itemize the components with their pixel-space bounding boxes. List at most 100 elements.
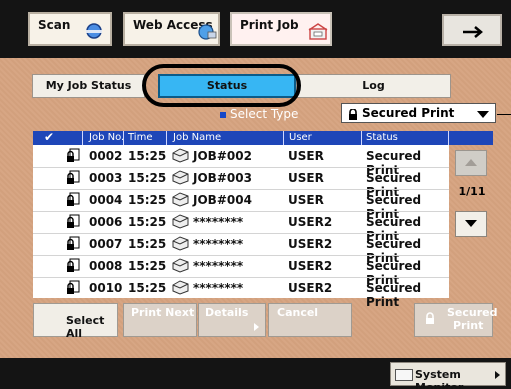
table-row[interactable]: 0004 15:25 JOB#004 USER Secured Print — [33, 189, 449, 221]
printer-icon — [170, 147, 190, 166]
tab-print-job[interactable]: Print Job — [230, 12, 332, 46]
triangle-up-icon — [465, 159, 477, 166]
job-time: 15:25 — [128, 193, 167, 207]
system-monitor-button[interactable]: System Monitor — [390, 362, 506, 389]
printer-icon — [170, 213, 190, 232]
job-user: USER — [288, 149, 324, 163]
table-row[interactable]: 0010 15:25 ******** USER2 Secured Print — [33, 277, 449, 309]
printer-icon — [170, 191, 190, 210]
secured-job-icon — [66, 258, 80, 277]
tab-scan[interactable]: Scan — [28, 12, 112, 46]
scroll-down-button[interactable] — [455, 211, 487, 237]
job-time: 15:25 — [128, 259, 167, 273]
job-user: USER2 — [288, 259, 333, 273]
job-no: 0004 — [89, 193, 123, 207]
monitor-icon — [395, 369, 413, 381]
chevron-down-icon — [477, 111, 489, 118]
secured-job-icon — [66, 280, 80, 299]
job-no: 0006 — [89, 215, 123, 229]
select-all-check-icon: ✔ — [44, 130, 55, 144]
triangle-down-icon — [465, 220, 477, 227]
printer-icon — [170, 235, 190, 254]
job-time: 15:25 — [128, 215, 167, 229]
job-time: 15:25 — [128, 171, 167, 185]
table-row[interactable]: 0006 15:25 ******** USER2 Secured Print — [33, 211, 449, 243]
secured-job-icon — [66, 148, 80, 167]
header-time: Time — [128, 132, 153, 143]
job-user: USER2 — [288, 237, 333, 251]
job-user: USER — [288, 171, 324, 185]
print-next-label: Print Next — [131, 306, 195, 319]
status-highlight-oval — [142, 64, 301, 107]
subtab-log[interactable]: Log — [296, 74, 451, 98]
tab-print-job-label: Print Job — [240, 18, 299, 32]
table-row[interactable]: 0007 15:25 ******** USER2 Secured Print — [33, 233, 449, 265]
job-name: JOB#004 — [193, 193, 252, 207]
secured-job-icon — [66, 214, 80, 233]
cancel-button[interactable]: Cancel — [268, 303, 352, 337]
select-type-label: Select Type — [220, 107, 298, 121]
job-time: 15:25 — [128, 149, 167, 163]
table-row[interactable]: 0008 15:25 ******** USER2 Secured Print — [33, 255, 449, 287]
scan-icon — [84, 22, 104, 43]
job-no: 0002 — [89, 149, 123, 163]
job-no: 0010 — [89, 281, 123, 295]
job-time: 15:25 — [128, 281, 167, 295]
secured-job-icon — [66, 192, 80, 211]
header-job-no: Job No. — [89, 132, 125, 143]
tab-web-access[interactable]: Web Access — [123, 12, 220, 46]
header-status: Status — [366, 132, 398, 143]
details-label: Details — [205, 306, 249, 319]
page-indicator: 1/11 — [458, 185, 486, 198]
job-name: ******** — [193, 237, 244, 251]
header-job-name: Job Name — [173, 132, 222, 143]
job-time: 15:25 — [128, 237, 167, 251]
next-screen-button[interactable] — [442, 14, 502, 46]
table-row[interactable]: 0002 15:25 JOB#002 USER Secured Print — [33, 145, 449, 177]
printer-icon — [170, 279, 190, 298]
job-name: ******** — [193, 259, 244, 273]
lock-icon — [348, 108, 358, 123]
secured-print-label-2: Print — [453, 319, 484, 332]
cancel-label: Cancel — [277, 306, 319, 319]
printer-icon — [170, 169, 190, 188]
job-user: USER — [288, 193, 324, 207]
tab-scan-label: Scan — [38, 18, 71, 32]
square-bullet-icon — [220, 111, 226, 118]
job-user: USER2 — [288, 215, 333, 229]
callout-line — [497, 114, 511, 115]
select-all-button[interactable]: Select All — [33, 303, 118, 340]
job-list: 0002 15:25 JOB#002 USER Secured Print 00… — [33, 145, 449, 309]
header-user: User — [289, 132, 312, 143]
arrow-right-icon — [461, 24, 485, 43]
secured-print-label-1: Secured — [447, 306, 498, 319]
triangle-right-icon — [495, 371, 500, 379]
web-access-icon — [197, 23, 217, 44]
printer-icon — [170, 257, 190, 276]
job-name: JOB#002 — [193, 149, 252, 163]
print-job-screen: Scan Web Access Print Job My Job Status … — [0, 0, 511, 389]
job-no: 0007 — [89, 237, 123, 251]
job-name: ******** — [193, 215, 244, 229]
secured-print-button[interactable]: Secured Print — [414, 303, 498, 337]
job-table-header: ✔ Job No. Time Job Name User Status — [33, 130, 493, 145]
secured-job-icon — [66, 170, 80, 189]
select-all-label: Select All — [66, 314, 105, 340]
subtab-my-job-status[interactable]: My Job Status — [32, 74, 145, 98]
triangle-right-icon — [254, 323, 259, 331]
job-user: USER2 — [288, 281, 333, 295]
print-next-button[interactable]: Print Next — [123, 303, 197, 337]
job-no: 0008 — [89, 259, 123, 273]
secured-job-icon — [66, 236, 80, 255]
job-name: ******** — [193, 281, 244, 295]
print-job-icon — [308, 23, 328, 44]
select-type-value: Secured Print — [362, 106, 455, 120]
scroll-up-button[interactable] — [455, 150, 487, 176]
details-button[interactable]: Details — [198, 303, 266, 337]
job-name: JOB#003 — [193, 171, 252, 185]
select-type-dropdown[interactable]: Secured Print — [341, 103, 496, 123]
select-type-text: Select Type — [230, 107, 299, 121]
table-row[interactable]: 0003 15:25 JOB#003 USER Secured Print — [33, 167, 449, 199]
job-no: 0003 — [89, 171, 123, 185]
secured-print-lock-icon — [424, 312, 436, 328]
